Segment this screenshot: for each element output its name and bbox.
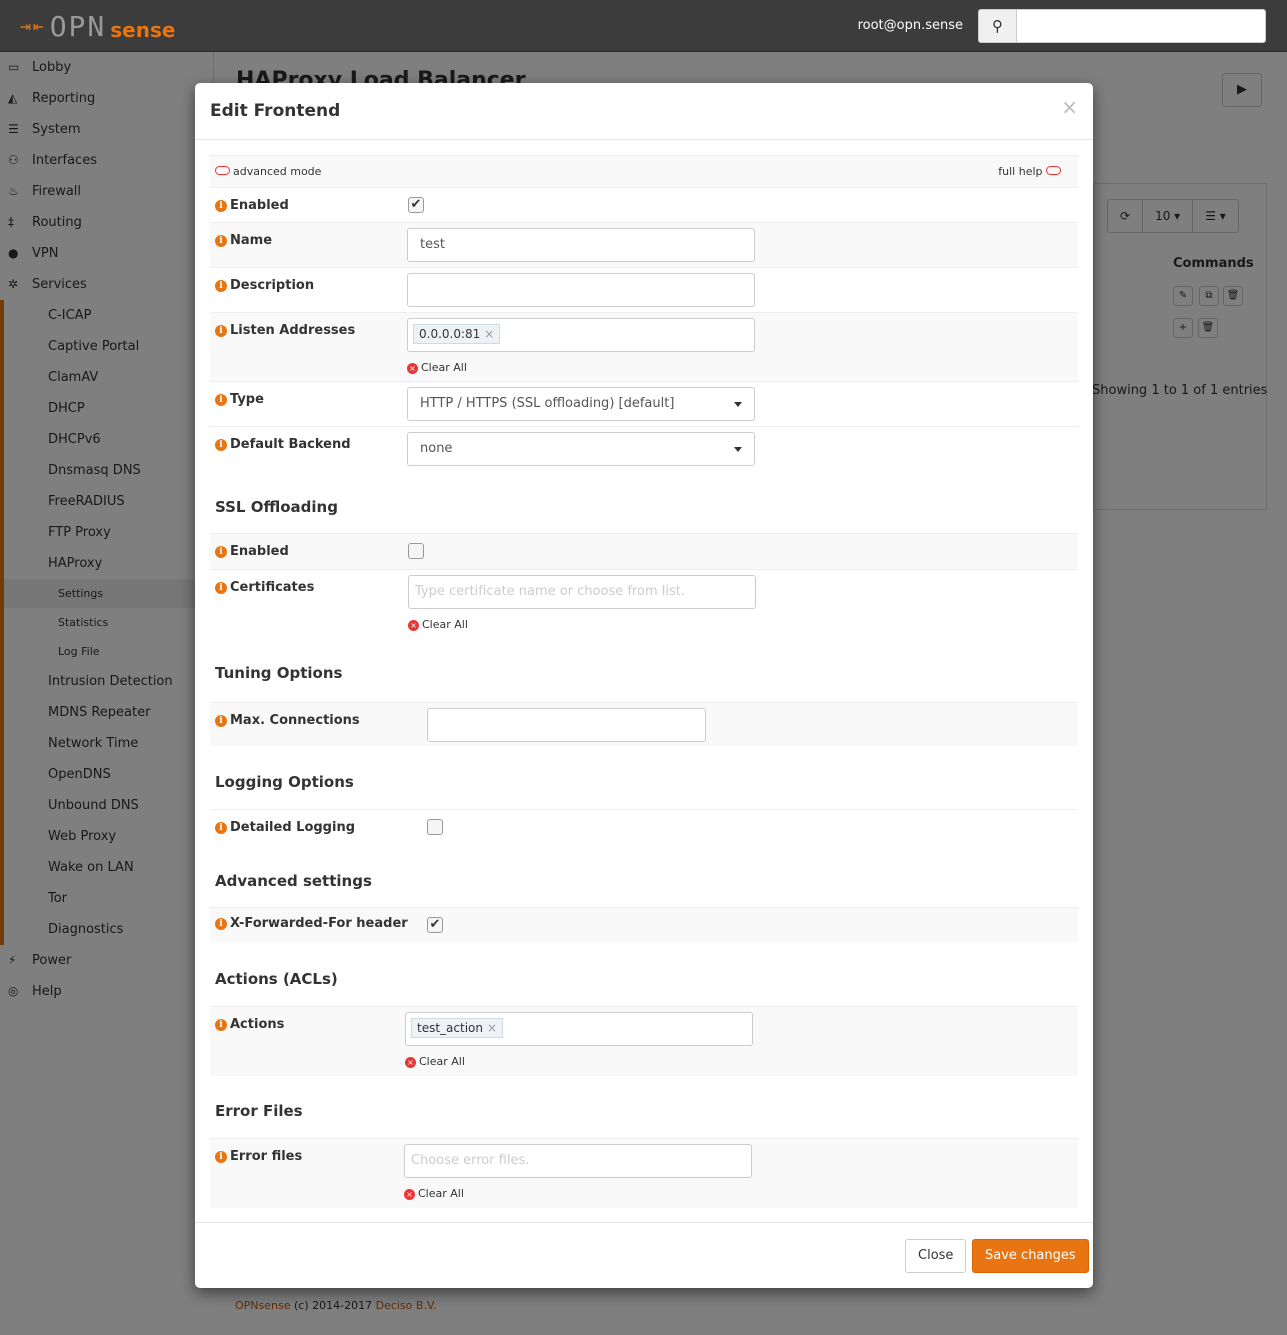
enabled-checkbox[interactable]: ✔ xyxy=(408,197,424,213)
remove-circle-icon: × xyxy=(408,620,419,631)
section-ssl-offloading: SSL Offloading xyxy=(215,498,338,516)
toggle-off-icon xyxy=(215,166,230,175)
top-navbar: ⇥⇤ OPN sense root@opn.sense ⚲ xyxy=(0,0,1287,52)
clear-all-actions[interactable]: × Clear All xyxy=(405,1055,465,1068)
xff-label: i X-Forwarded-For header xyxy=(215,916,408,931)
description-label: i Description xyxy=(215,278,314,293)
caret-down-icon xyxy=(734,447,742,452)
search-input[interactable] xyxy=(1016,9,1266,43)
info-icon[interactable]: i xyxy=(215,1019,227,1031)
clear-all-listen[interactable]: × Clear All xyxy=(407,361,467,374)
listen-addresses-label: i Listen Addresses xyxy=(215,323,355,338)
max-connections-input[interactable] xyxy=(427,708,706,742)
info-icon[interactable]: i xyxy=(215,394,227,406)
certificates-label: i Certificates xyxy=(215,580,314,595)
info-icon[interactable]: i xyxy=(215,822,227,834)
info-icon[interactable]: i xyxy=(215,439,227,451)
advanced-mode-toggle[interactable]: advanced mode xyxy=(215,165,321,178)
actions-input[interactable]: test_action × xyxy=(405,1012,753,1046)
remove-tag-icon[interactable]: × xyxy=(487,1021,497,1035)
search-icon[interactable]: ⚲ xyxy=(978,9,1017,43)
info-icon[interactable]: i xyxy=(215,918,227,930)
enabled-label: i Enabled xyxy=(215,198,289,213)
type-select[interactable]: HTTP / HTTPS (SSL offloading) [default] xyxy=(407,387,755,421)
detailed-logging-label: i Detailed Logging xyxy=(215,820,355,835)
info-icon[interactable]: i xyxy=(215,325,227,337)
ssl-enabled-label: i Enabled xyxy=(215,544,289,559)
ssl-enabled-checkbox[interactable] xyxy=(408,543,424,559)
dialog-title: Edit Frontend xyxy=(210,101,341,121)
clear-all-error-files[interactable]: × Clear All xyxy=(404,1187,464,1200)
error-files-label: i Error files xyxy=(215,1149,302,1164)
opnsense-logo[interactable]: ⇥⇤ OPN sense xyxy=(20,10,175,43)
info-icon[interactable]: i xyxy=(215,200,227,212)
close-icon[interactable]: × xyxy=(1061,95,1078,119)
section-error-files: Error Files xyxy=(215,1102,303,1120)
full-help-label: full help xyxy=(998,165,1043,178)
section-advanced-settings: Advanced settings xyxy=(215,872,372,890)
info-icon[interactable]: i xyxy=(215,280,227,292)
detailed-logging-checkbox[interactable] xyxy=(427,819,443,835)
default-backend-select[interactable]: none xyxy=(407,432,755,466)
listen-address-tag: 0.0.0.0:81 × xyxy=(413,324,501,344)
info-icon[interactable]: i xyxy=(215,1151,227,1163)
certificates-input[interactable]: Type certificate name or choose from lis… xyxy=(408,575,756,609)
user-menu[interactable]: root@opn.sense xyxy=(858,18,963,33)
actions-label: i Actions xyxy=(215,1017,284,1032)
listen-addresses-input[interactable]: 0.0.0.0:81 × xyxy=(407,318,755,352)
edit-frontend-dialog: Edit Frontend × advanced mode full help … xyxy=(195,83,1093,1288)
info-icon[interactable]: i xyxy=(215,582,227,594)
section-actions-acls: Actions (ACLs) xyxy=(215,970,338,988)
info-icon[interactable]: i xyxy=(215,235,227,247)
toggle-off-icon xyxy=(1046,166,1061,175)
info-icon[interactable]: i xyxy=(215,546,227,558)
name-input[interactable]: test xyxy=(407,228,755,262)
xff-checkbox[interactable]: ✔ xyxy=(427,917,443,933)
full-help-toggle[interactable]: full help xyxy=(998,165,1064,178)
clear-all-certificates[interactable]: × Clear All xyxy=(408,618,468,631)
section-logging-options: Logging Options xyxy=(215,773,354,791)
remove-circle-icon: × xyxy=(405,1057,416,1068)
caret-down-icon xyxy=(734,402,742,407)
remove-circle-icon: × xyxy=(407,363,418,374)
remove-circle-icon: × xyxy=(404,1189,415,1200)
section-tuning-options: Tuning Options xyxy=(215,664,343,682)
error-files-input[interactable]: Choose error files. xyxy=(404,1144,752,1178)
save-changes-button[interactable]: Save changes xyxy=(972,1239,1089,1273)
description-input[interactable] xyxy=(407,273,755,307)
action-tag: test_action × xyxy=(411,1018,504,1038)
name-label: i Name xyxy=(215,233,272,248)
max-connections-label: i Max. Connections xyxy=(215,713,360,728)
info-icon[interactable]: i xyxy=(215,715,227,727)
default-backend-label: i Default Backend xyxy=(215,437,351,452)
advanced-mode-label: advanced mode xyxy=(233,165,322,178)
remove-tag-icon[interactable]: × xyxy=(484,327,494,341)
close-button[interactable]: Close xyxy=(905,1239,967,1273)
type-label: i Type xyxy=(215,392,264,407)
